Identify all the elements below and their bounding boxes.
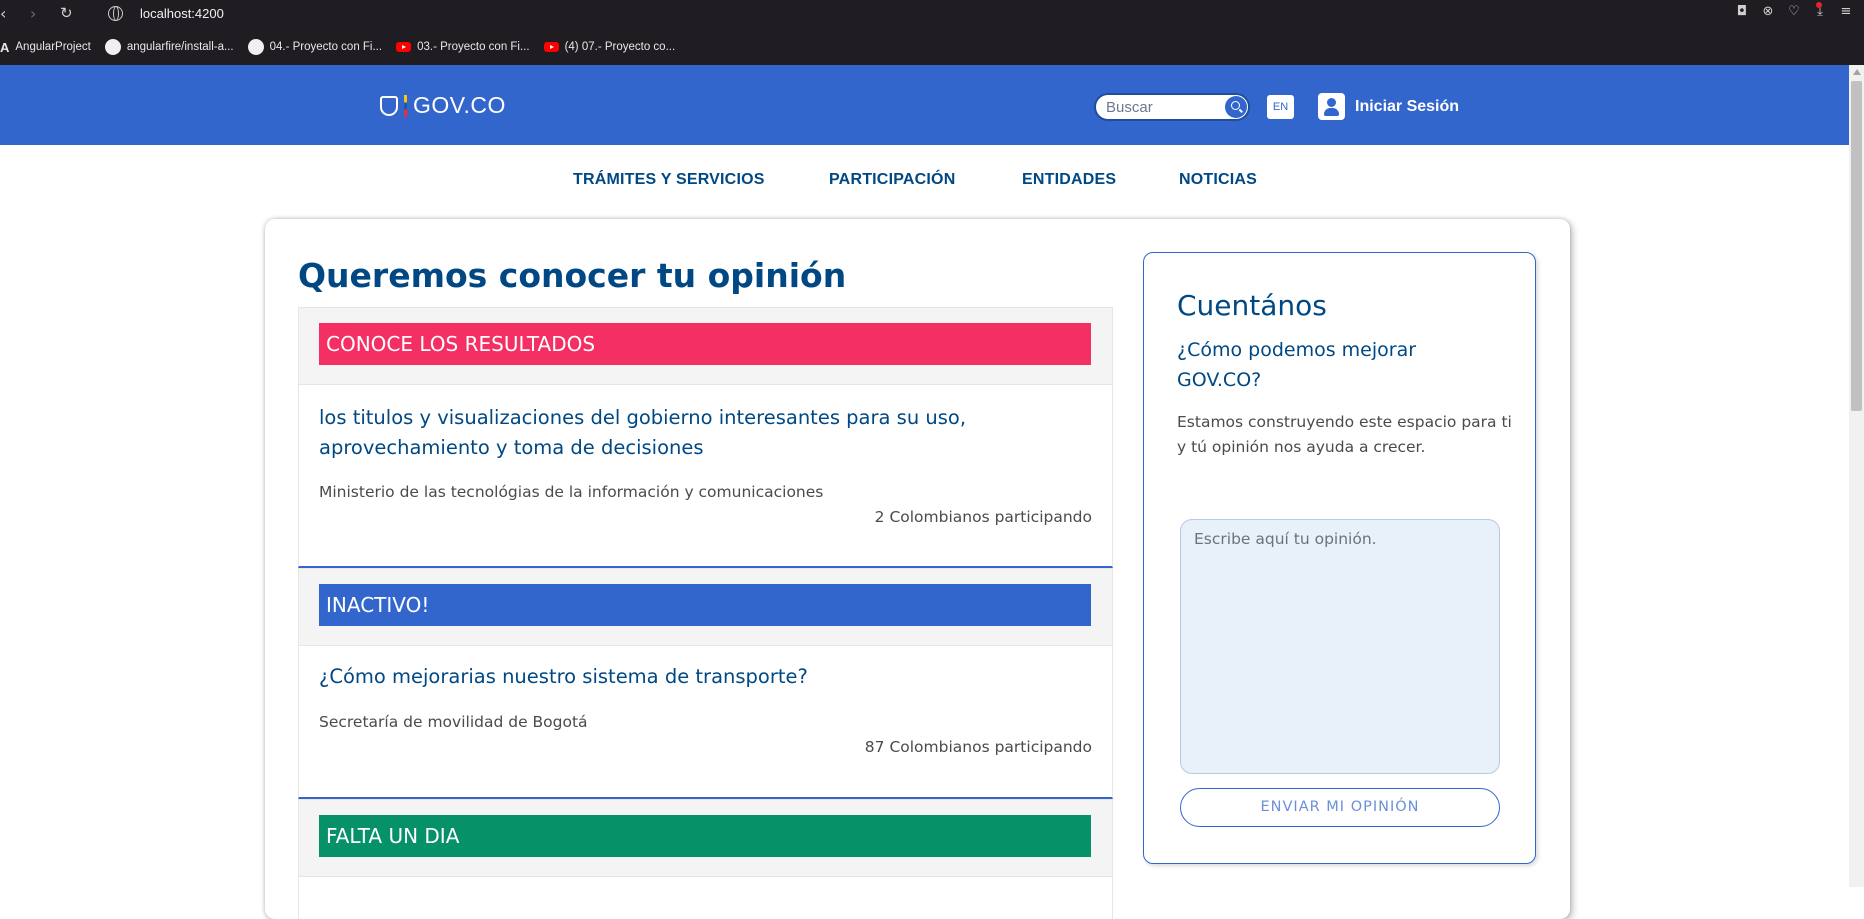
bookmark-item[interactable]: (4) 07.- Proyecto co... (543, 41, 676, 53)
list-item[interactable]: CONOCE LOS RESULTADOS los titulos y visu… (298, 307, 1113, 568)
screenshot-icon[interactable]: ◘ (1734, 4, 1750, 20)
bookmark-item[interactable]: A AngularProject (0, 40, 91, 55)
bookmark-item[interactable]: 04.- Proyecto con Fi... (247, 39, 383, 55)
feedback-description: Estamos construyendo este espacio para t… (1177, 413, 1512, 456)
bookmarks-bar: A AngularProject angularfire/install-a..… (0, 36, 675, 58)
list-item[interactable]: FALTA UN DIA (298, 799, 1113, 919)
item-organization: Secretaría de movilidad de Bogotá (319, 713, 588, 731)
nav-item-entidades[interactable]: ENTIDADES (1022, 171, 1116, 189)
bookmark-item[interactable]: 03.- Proyecto con Fi... (396, 41, 530, 53)
youtube-icon (543, 42, 559, 52)
logo-text: GOV.CO (413, 92, 506, 118)
nav-item-participacion[interactable]: PARTICIPACIÓN (829, 171, 955, 189)
angular-icon: A (0, 39, 10, 55)
address-bar-row: ‹ › ↻ localhost:4200 ◘ ⊗ ♡ ⤓ ≡ (0, 0, 1864, 30)
search-input[interactable] (1106, 99, 1216, 116)
status-banner: CONOCE LOS RESULTADOS (319, 323, 1091, 365)
block-icon[interactable]: ⊗ (1760, 4, 1776, 20)
github-icon (247, 39, 264, 55)
list-item[interactable]: INACTIVO! ¿Cómo mejorarias nuestro siste… (298, 568, 1113, 799)
item-header: INACTIVO! (299, 569, 1112, 646)
gov-logo[interactable]: GOV.CO (380, 92, 506, 119)
url-field[interactable]: localhost:4200 (140, 6, 224, 21)
feedback-title: Cuentános (1177, 289, 1327, 322)
bookmark-item[interactable]: angularfire/install-a... (104, 39, 234, 55)
forward-icon[interactable]: › (30, 4, 36, 23)
user-icon (1318, 93, 1345, 120)
status-banner: FALTA UN DIA (319, 815, 1091, 857)
item-header: FALTA UN DIA (299, 800, 1112, 877)
search-icon[interactable] (1225, 96, 1247, 118)
feedback-panel: Cuentános ¿Cómo podemos mejorar GOV.CO? … (1143, 252, 1536, 864)
participant-count: 87 Colombianos participando (864, 738, 1092, 756)
browser-toolbar-icons: ◘ ⊗ ♡ ⤓ ≡ (1734, 4, 1854, 20)
scroll-thumb[interactable] (1851, 81, 1862, 411)
login-button[interactable]: Iniciar Sesión (1318, 93, 1459, 120)
item-title[interactable]: ¿Cómo mejorarias nuestro sistema de tran… (319, 662, 1079, 692)
heart-icon[interactable]: ♡ (1786, 4, 1802, 20)
login-label: Iniciar Sesión (1355, 97, 1460, 115)
feedback-question: ¿Cómo podemos mejorar GOV.CO? (1177, 339, 1417, 391)
youtube-icon (396, 42, 412, 52)
main-nav: TRÁMITES Y SERVICIOS PARTICIPACIÓN ENTID… (0, 145, 1849, 215)
bookmark-label: 03.- Proyecto con Fi... (417, 41, 530, 53)
download-badge (1816, 2, 1822, 8)
page-scrollbar[interactable] (1849, 65, 1864, 887)
page-title: Queremos conocer tu opinión (298, 256, 847, 295)
menu-icon[interactable]: ≡ (1838, 4, 1854, 20)
send-opinion-button[interactable]: ENVIAR MI OPINIÓN (1180, 788, 1500, 827)
item-title[interactable]: los titulos y visualizaciones del gobier… (319, 403, 1079, 463)
bookmark-label: (4) 07.- Proyecto co... (564, 41, 676, 53)
item-header: CONOCE LOS RESULTADOS (299, 308, 1112, 385)
scroll-up-arrow-icon[interactable] (1853, 69, 1861, 75)
nav-item-noticias[interactable]: NOTICIAS (1179, 171, 1257, 189)
participant-count: 2 Colombianos participando (874, 508, 1092, 526)
bookmark-label: AngularProject (15, 41, 91, 53)
bookmark-label: angularfire/install-a... (126, 41, 234, 53)
github-icon (104, 39, 121, 55)
opinion-textarea[interactable] (1180, 519, 1500, 774)
site-info-icon[interactable] (108, 6, 123, 21)
item-organization: Ministerio de las tecnológias de la info… (319, 483, 824, 501)
shield-icon (380, 95, 398, 116)
browser-chrome: ‹ › ↻ localhost:4200 ◘ ⊗ ♡ ⤓ ≡ A Angular… (0, 0, 1864, 65)
flag-stripe (404, 94, 407, 117)
bookmark-label: 04.- Proyecto con Fi... (269, 41, 383, 53)
site-header: GOV.CO EN Iniciar Sesión (0, 65, 1849, 145)
consultation-list: CONOCE LOS RESULTADOS los titulos y visu… (298, 307, 1113, 919)
status-banner: INACTIVO! (319, 584, 1091, 626)
nav-item-tramites[interactable]: TRÁMITES Y SERVICIOS (573, 171, 765, 189)
search-box (1094, 93, 1250, 121)
reload-icon[interactable]: ↻ (60, 4, 73, 22)
language-button[interactable]: EN (1267, 95, 1294, 119)
back-icon[interactable]: ‹ (0, 4, 6, 23)
